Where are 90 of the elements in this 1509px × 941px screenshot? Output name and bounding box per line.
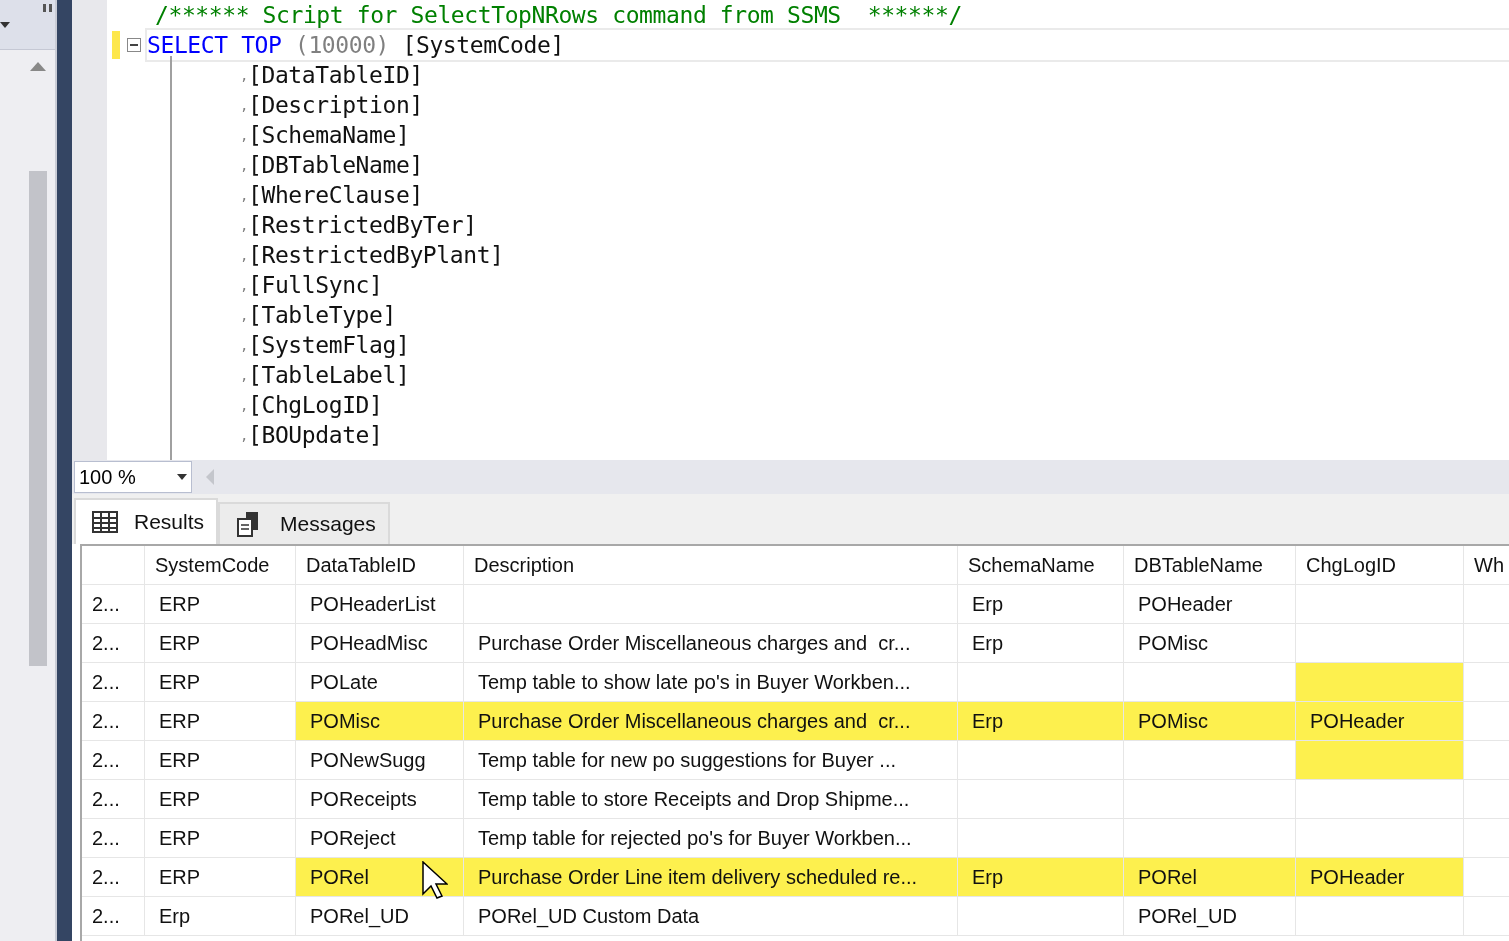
row-header[interactable]: 2...	[82, 624, 145, 662]
column-header[interactable]: DBTableName	[1124, 546, 1296, 584]
table-cell: PORel	[296, 858, 464, 896]
comma: ,	[240, 367, 249, 383]
row-header[interactable]: 2...	[82, 585, 145, 623]
code-line: [FullSync]	[248, 272, 383, 298]
table-cell: Temp table for rejected po's for Buyer Workben...	[464, 819, 958, 857]
table-cell: Erp	[958, 585, 1124, 623]
column-header[interactable]: SchemaName	[958, 546, 1124, 584]
code-line: [SystemFlag]	[248, 332, 410, 358]
code-line: [SchemaName]	[248, 122, 410, 148]
table-cell: POHeader	[1296, 702, 1464, 740]
code-line: [DataTableID]	[248, 62, 423, 88]
comma: ,	[240, 127, 249, 143]
table-cell: Purchase Order Line item delivery scheduled re...	[464, 858, 958, 896]
table-cell: ERP	[145, 624, 296, 662]
table-cell: ERP	[145, 663, 296, 701]
table-cell: POMisc	[296, 702, 464, 740]
scroll-up-icon[interactable]	[29, 62, 46, 71]
table-cell: Erp	[145, 897, 296, 935]
comma: ,	[240, 157, 249, 173]
table-cell: Temp table to show late po's in Buyer Workben...	[464, 663, 958, 701]
code-line: [DBTableName]	[248, 152, 423, 178]
scrollbar-thumb[interactable]	[28, 171, 47, 666]
table-cell: PORel_UD Custom Data	[464, 897, 958, 935]
table-cell: POHeaderList	[296, 585, 464, 623]
code-line: /****** Script for SelectTopNRows command from SSMS ******/	[155, 1, 962, 30]
comma: ,	[240, 97, 249, 113]
comma: ,	[240, 397, 249, 413]
code-line: [RestrictedByPlant]	[248, 242, 504, 268]
code-line: [WhereClause]	[248, 182, 423, 208]
splitter-bar[interactable]	[55, 0, 72, 941]
column-header[interactable]: ChgLogID	[1296, 546, 1464, 584]
code-line: [TableType]	[248, 302, 396, 328]
code-line: [Description]	[248, 92, 423, 118]
code-line: SELECT TOP (10000) [SystemCode]	[147, 31, 565, 60]
table-cell: Erp	[958, 858, 1124, 896]
table-cell: PORel_UD	[1124, 897, 1296, 935]
collapse-icon[interactable]	[127, 38, 141, 52]
table-cell: PONewSugg	[296, 741, 464, 779]
comma: ,	[240, 247, 249, 263]
comma: ,	[240, 337, 249, 353]
dropdown-icon[interactable]	[0, 22, 10, 28]
caret-icon	[177, 474, 187, 480]
table-cell: Purchase Order Miscellaneous charges and cr...	[464, 702, 958, 740]
code-line: [RestrictedByTer]	[248, 212, 477, 238]
row-header[interactable]: 2...	[82, 780, 145, 818]
table-cell: POHeadMisc	[296, 624, 464, 662]
column-header[interactable]: Wh	[1464, 546, 1509, 584]
table-cell: Erp	[958, 702, 1124, 740]
table-cell: POReject	[296, 819, 464, 857]
row-header[interactable]: 2...	[82, 741, 145, 779]
row-header[interactable]: 2...	[82, 819, 145, 857]
code-line: [BOUpdate]	[248, 422, 383, 448]
tab[interactable]: Messages	[218, 502, 390, 544]
table-cell: ERP	[145, 741, 296, 779]
table-cell: POMisc	[1124, 702, 1296, 740]
table-cell: Temp table to store Receipts and Drop Shipme...	[464, 780, 958, 818]
pin-icon[interactable]	[43, 4, 53, 12]
table-cell: PORel	[1124, 858, 1296, 896]
tab[interactable]: Results	[74, 498, 219, 544]
column-header[interactable]: SystemCode	[145, 546, 296, 584]
column-header[interactable]: DataTableID	[296, 546, 464, 584]
comma: ,	[240, 427, 249, 443]
grid-icon	[92, 511, 118, 533]
comma: ,	[240, 67, 249, 83]
comma: ,	[240, 307, 249, 323]
column-header[interactable]: Description	[464, 546, 958, 584]
table-cell: Temp table for new po suggestions for Buyer ...	[464, 741, 958, 779]
table-cell: Purchase Order Miscellaneous charges and cr...	[464, 624, 958, 662]
comma: ,	[240, 187, 249, 203]
table-cell: POHeader	[1124, 585, 1296, 623]
table-cell: POMisc	[1124, 624, 1296, 662]
table-cell: POHeader	[1296, 858, 1464, 896]
code-line: [ChgLogID]	[248, 392, 383, 418]
table-cell: Erp	[958, 624, 1124, 662]
table-cell: ERP	[145, 585, 296, 623]
zoom-dropdown[interactable]: 100 %	[74, 461, 192, 493]
row-header[interactable]: 2...	[82, 702, 145, 740]
comma: ,	[240, 217, 249, 233]
table-cell: ERP	[145, 780, 296, 818]
row-header[interactable]: 2...	[82, 897, 145, 935]
mouse-pointer-icon	[422, 861, 448, 899]
row-header[interactable]: 2...	[82, 858, 145, 896]
table-cell: POLate	[296, 663, 464, 701]
table-cell: POReceipts	[296, 780, 464, 818]
code-line: [TableLabel]	[248, 362, 410, 388]
table-cell: ERP	[145, 819, 296, 857]
row-header[interactable]: 2...	[82, 663, 145, 701]
comma: ,	[240, 277, 249, 293]
